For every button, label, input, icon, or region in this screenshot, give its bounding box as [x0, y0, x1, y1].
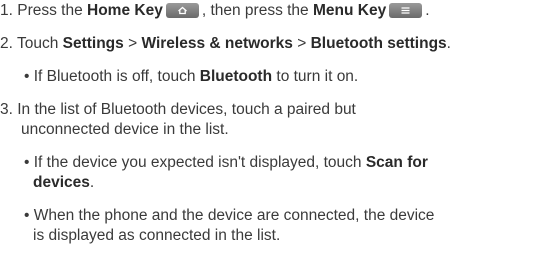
settings-label: Settings	[62, 35, 124, 52]
step-1: 1. Press the Home Key , then press the Me…	[0, 1, 430, 20]
step-2-text: 2. Touch	[0, 35, 63, 52]
menu-key-icon	[389, 3, 423, 18]
bullet-text-end: .	[89, 174, 95, 191]
bullet-text-end: to turn it on.	[272, 68, 359, 85]
wireless-networks-label: Wireless & networks	[141, 35, 293, 52]
scan-for-devices-label: Scan for	[365, 154, 428, 171]
path-separator: >	[292, 35, 311, 52]
step-3-line-1: 3. In the list of Bluetooth devices, tou…	[0, 101, 356, 118]
step-2: 2. Touch Settings > Wireless & networks …	[0, 34, 451, 53]
step-1-text-2: , then press the	[201, 2, 313, 19]
bullet-not-displayed-line-1: • If the device you expected isn't displ…	[24, 153, 428, 172]
step-1-end: .	[425, 2, 430, 19]
bluetooth-label: Bluetooth	[199, 68, 273, 85]
path-separator: >	[123, 35, 142, 52]
bullet-bluetooth-off: • If Bluetooth is off, touch Bluetooth t…	[24, 67, 358, 86]
home-key-label: Home Key	[87, 2, 163, 19]
step-3-line-2: unconnected device in the list.	[21, 121, 229, 138]
bullet-connected-line-1: • When the phone and the device are conn…	[24, 207, 435, 224]
step-1-text: 1. Press the	[0, 2, 88, 19]
step-2-end: .	[446, 35, 451, 52]
bullet-text: • If Bluetooth is off, touch	[24, 68, 200, 85]
bullet-text: • If the device you expected isn't displ…	[24, 154, 366, 171]
instructions-document: 1. Press the Home Key , then press the Me…	[0, 0, 542, 270]
bluetooth-settings-label: Bluetooth settings	[310, 35, 447, 52]
scan-for-devices-label-cont: devices	[33, 174, 90, 191]
bullet-not-displayed-line-2: devices.	[33, 173, 94, 192]
menu-key-label: Menu Key	[312, 2, 387, 19]
home-key-icon	[165, 3, 199, 18]
bullet-connected-line-2: is displayed as connected in the list.	[33, 227, 281, 244]
